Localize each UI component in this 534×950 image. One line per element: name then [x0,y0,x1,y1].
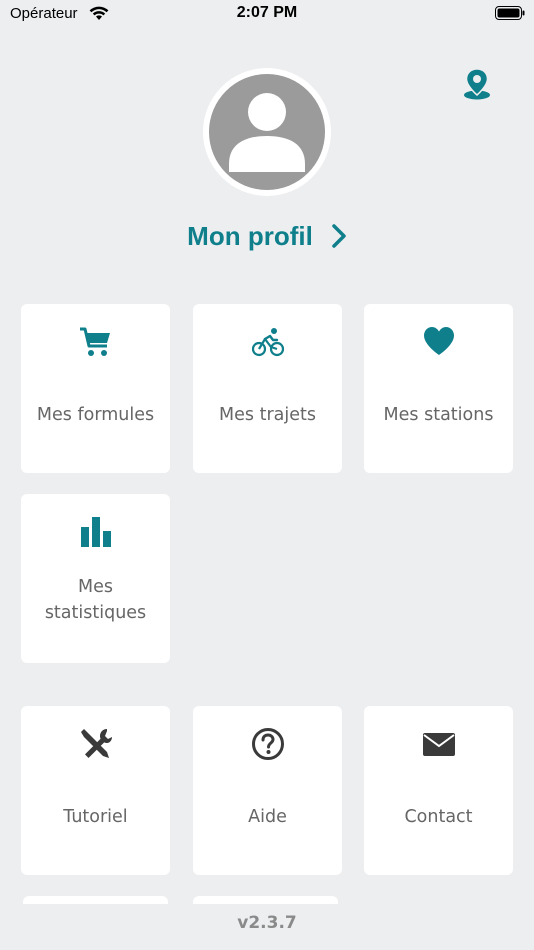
tile-label: Aide [248,807,287,827]
cart-icon [79,327,110,356]
tile-label: Mes statistiques [44,577,147,623]
mail-icon [422,733,455,756]
version-label: v2.3.7 [237,913,297,933]
user-avatar-icon [229,93,305,172]
tile-mes-trajets[interactable]: Mes trajets [193,304,342,473]
tile-partial [23,896,168,904]
battery-icon [495,6,525,20]
tile-label: Contact [404,807,473,827]
tile-label: Mes trajets [219,405,316,425]
status-bar: Opérateur 2:07 PM [0,0,534,30]
tile-contact[interactable]: Contact [364,706,513,875]
tile-tutoriel[interactable]: Tutoriel [21,706,170,875]
tile-mes-formules[interactable]: Mes formules [21,304,170,473]
profile-label: Mon profil [187,220,313,251]
tile-label: Tutoriel [63,807,128,827]
tools-icon [80,729,112,758]
tile-label: Mes stations [383,405,494,425]
tile-mes-stations[interactable]: Mes stations [364,304,513,473]
map-pin-icon[interactable] [463,68,491,100]
tile-partial [193,896,338,904]
bar-chart-icon [80,517,111,547]
tile-aide[interactable]: Aide [193,706,342,875]
tile-label: Mes formules [36,405,155,425]
help-icon [251,728,284,760]
status-time: 2:07 PM [236,4,298,21]
avatar[interactable] [203,68,331,196]
heart-icon [423,327,454,355]
profile-link[interactable]: Mon profil [0,216,534,256]
chevron-right-icon [332,224,346,248]
bicycle-icon [251,328,284,357]
tile-mes-statistiques[interactable]: Mes statistiques [21,494,170,663]
